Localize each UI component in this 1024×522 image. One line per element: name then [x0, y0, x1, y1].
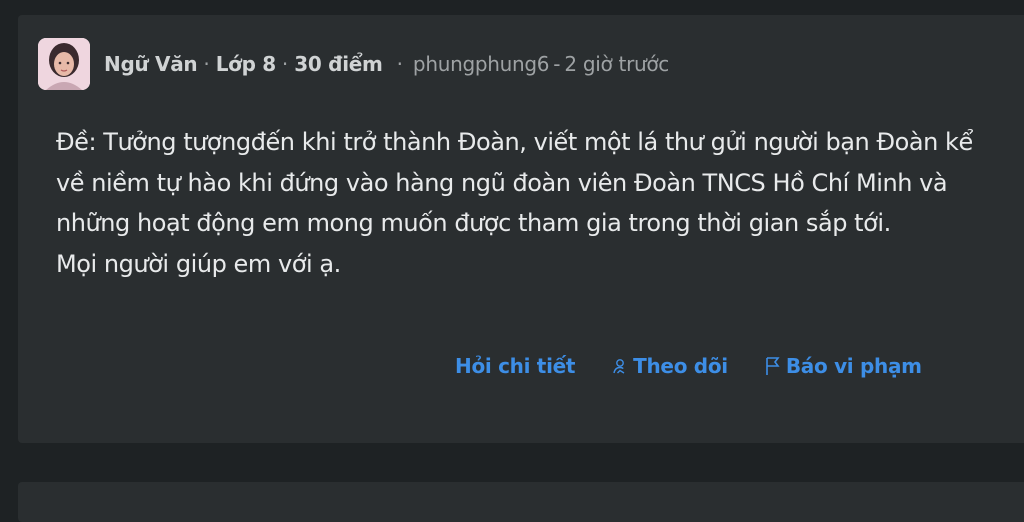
separator-dot: · — [203, 52, 210, 76]
grade-link[interactable]: Lớp 8 — [216, 52, 276, 76]
question-content: Đề: Tưởng tượngđến khi trở thành Đoàn, v… — [56, 122, 1006, 284]
author-link[interactable]: phungphung6 — [413, 52, 550, 76]
flag-icon — [764, 356, 782, 376]
subject-link[interactable]: Ngữ Văn — [104, 52, 198, 76]
follow-label: Theo dõi — [633, 354, 728, 378]
separator-dot: · — [281, 52, 289, 76]
separator-dot: · — [396, 52, 403, 76]
separator-dash: - — [553, 52, 561, 76]
report-button[interactable]: Báo vi phạm — [764, 354, 922, 378]
follow-button[interactable]: Theo dõi — [611, 354, 728, 378]
next-card — [18, 482, 1024, 522]
question-actions: Hỏi chi tiết Theo dõi Báo vi phạm — [455, 345, 922, 387]
user-follow-icon — [611, 357, 629, 375]
ask-detail-label: Hỏi chi tiết — [455, 354, 576, 378]
post-time: 2 giờ trước — [564, 52, 670, 76]
points-label: 30 điểm — [294, 52, 383, 76]
question-meta: Ngữ Văn · Lớp 8 · 30 điểm · phungphung6 … — [38, 37, 669, 91]
question-text: Mọi người giúp em với ạ. — [56, 249, 341, 278]
question-text: Đề: Tưởng tượngđến khi trở thành Đoàn, v… — [56, 128, 973, 237]
ask-detail-button[interactable]: Hỏi chi tiết — [455, 354, 575, 378]
avatar[interactable] — [38, 38, 90, 90]
report-label: Báo vi phạm — [785, 354, 922, 378]
